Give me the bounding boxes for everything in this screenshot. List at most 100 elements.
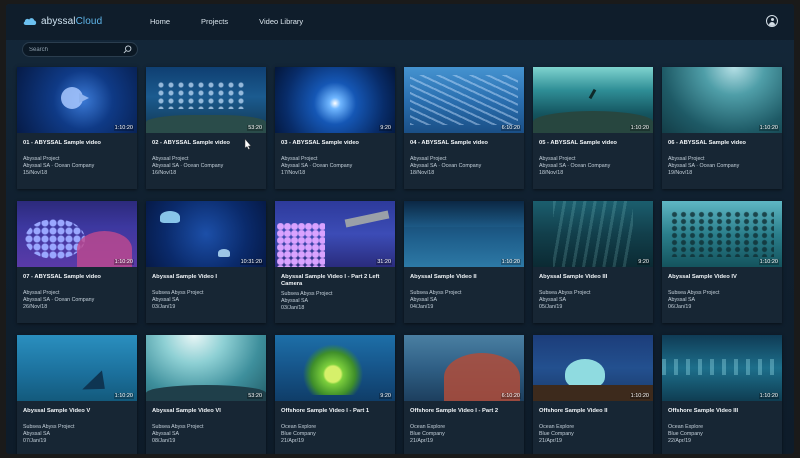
mouse-cursor-icon — [244, 139, 252, 150]
logo[interactable]: abyssalCloud — [22, 15, 102, 27]
video-card[interactable]: 1:10:20 06 - ABYSSAL Sample video Abyssa… — [662, 67, 782, 189]
video-card[interactable]: 53:20 02 - ABYSSAL Sample video Abyssal … — [146, 67, 266, 189]
video-project: Subsea Abyss Project — [281, 291, 333, 297]
video-thumbnail[interactable]: 1:10:20 — [17, 67, 137, 133]
video-card[interactable]: 1:10:20 05 - ABYSSAL Sample video Abyssa… — [533, 67, 653, 189]
duration-label: 9:20 — [379, 125, 392, 131]
video-date: 05/Jan/19 — [539, 304, 563, 310]
video-company: Abyssal SA — [23, 431, 51, 437]
video-meta: 01 - ABYSSAL Sample video Abyssal Projec… — [17, 133, 137, 177]
duration-label: 1:10:20 — [629, 125, 650, 131]
fish-tail-shape — [79, 93, 89, 103]
duration-label: 31:20 — [376, 259, 392, 265]
video-meta: Abyssal Sample Video I - Part 2 Left Cam… — [275, 267, 395, 312]
video-company: Abyssal SA · Ocean Company — [23, 297, 95, 303]
video-thumbnail[interactable]: 6:10:20 — [404, 67, 524, 133]
nav-video-library[interactable]: Video Library — [259, 17, 303, 26]
video-card[interactable]: 10:31:20 Abyssal Sample Video I Subsea A… — [146, 201, 266, 323]
video-card[interactable]: 6:10:20 04 - ABYSSAL Sample video Abyssa… — [404, 67, 524, 189]
sea-anemone-shape — [301, 343, 365, 395]
user-icon-head — [770, 18, 774, 21]
video-meta: Offshore Sample Video I - Part 2 Ocean E… — [404, 401, 524, 445]
school-shape — [670, 211, 774, 257]
video-thumbnail[interactable]: 1:10:20 — [662, 335, 782, 401]
video-thumbnail[interactable]: 53:20 — [146, 335, 266, 401]
video-card[interactable]: 9:20 Offshore Sample Video I - Part 1 Oc… — [275, 335, 395, 454]
video-card[interactable]: 1:10:20 Abyssal Sample Video V Subsea Ab… — [17, 335, 137, 454]
user-icon[interactable] — [766, 15, 778, 27]
video-company: Blue Company — [281, 431, 316, 437]
video-card[interactable]: 1:10:20 Offshore Sample Video III Ocean … — [662, 335, 782, 454]
video-project: Abyssal Project — [152, 156, 189, 162]
search-input[interactable] — [29, 44, 117, 55]
duration-label: 1:10:20 — [758, 259, 779, 265]
video-project: Subsea Abyss Project — [152, 290, 204, 296]
duration-label: 1:10:20 — [758, 393, 779, 399]
video-thumbnail[interactable]: 1:10:20 — [533, 335, 653, 401]
video-card[interactable]: 9:20 03 - ABYSSAL Sample video Abyssal P… — [275, 67, 395, 189]
video-card[interactable]: 53:20 Abyssal Sample Video VI Subsea Aby… — [146, 335, 266, 454]
duration-label: 9:20 — [379, 393, 392, 399]
video-company: Abyssal SA · Ocean Company — [281, 163, 353, 169]
video-company: Abyssal SA — [152, 297, 180, 303]
video-grid: 1:10:20 01 - ABYSSAL Sample video Abyssa… — [17, 67, 787, 454]
video-card[interactable]: 1:10:20 07 - ABYSSAL Sample video Abyssa… — [17, 201, 137, 323]
video-project: Subsea Abyss Project — [410, 290, 462, 296]
video-project: Subsea Abyss Project — [668, 290, 720, 296]
video-thumbnail[interactable]: 1:10:20 — [533, 67, 653, 133]
duration-label: 53:20 — [247, 125, 263, 131]
search-box — [22, 42, 138, 57]
search-icon[interactable] — [123, 45, 132, 54]
video-date: 17/Nov/18 — [281, 170, 306, 176]
video-project: Abyssal Project — [23, 156, 60, 162]
duration-label: 1:10:20 — [113, 125, 134, 131]
video-card[interactable]: 31:20 Abyssal Sample Video I - Part 2 Le… — [275, 201, 395, 323]
video-company: Blue Company — [539, 431, 574, 437]
video-card[interactable]: 1:10:20 Abyssal Sample Video IV Subsea A… — [662, 201, 782, 323]
video-title: Abyssal Sample Video II — [410, 274, 477, 280]
video-title: Offshore Sample Video I - Part 2 — [410, 408, 499, 414]
video-thumbnail[interactable]: 31:20 — [275, 201, 395, 267]
video-project: Ocean Explore — [668, 424, 704, 430]
video-date: 19/Nov/18 — [668, 170, 693, 176]
video-thumbnail[interactable]: 9:20 — [275, 67, 395, 133]
video-company: Abyssal SA — [152, 431, 180, 437]
duration-label: 6:10:20 — [500, 125, 521, 131]
video-project: Abyssal Project — [23, 290, 60, 296]
video-thumbnail[interactable]: 9:20 — [533, 201, 653, 267]
video-project: Abyssal Project — [410, 156, 447, 162]
video-card[interactable]: 1:10:20 Abyssal Sample Video II Subsea A… — [404, 201, 524, 323]
video-title: Abyssal Sample Video IV — [668, 274, 737, 280]
duration-label: 6:10:20 — [500, 393, 521, 399]
video-thumbnail[interactable]: 1:10:20 — [662, 201, 782, 267]
video-thumbnail[interactable]: 1:10:20 — [17, 201, 137, 267]
video-company: Abyssal SA · Ocean Company — [410, 163, 482, 169]
video-thumbnail[interactable]: 1:10:20 — [17, 335, 137, 401]
video-title: Offshore Sample Video II — [539, 408, 608, 414]
video-thumbnail[interactable]: 10:31:20 — [146, 201, 266, 267]
cloud-icon — [23, 18, 37, 25]
video-thumbnail[interactable]: 6:10:20 — [404, 335, 524, 401]
coral-shape — [25, 219, 85, 259]
video-thumbnail[interactable]: 9:20 — [275, 335, 395, 401]
video-project: Subsea Abyss Project — [539, 290, 591, 296]
video-card[interactable]: 1:10:20 Offshore Sample Video II Ocean E… — [533, 335, 653, 454]
video-project: Abyssal Project — [668, 156, 705, 162]
diver-shape — [588, 88, 597, 100]
main-nav: Home Projects Video Library — [150, 17, 334, 26]
video-date: 06/Jan/19 — [668, 304, 692, 310]
video-date: 18/Nov/18 — [539, 170, 564, 176]
duration-label: 10:31:20 — [239, 259, 263, 265]
video-title: Abyssal Sample Video VI — [152, 408, 221, 414]
video-card[interactable]: 9:20 Abyssal Sample Video III Subsea Aby… — [533, 201, 653, 323]
jellyfish-shape — [160, 211, 180, 223]
video-thumbnail[interactable]: 1:10:20 — [404, 201, 524, 267]
video-card[interactable]: 1:10:20 01 - ABYSSAL Sample video Abyssa… — [17, 67, 137, 189]
video-card[interactable]: 6:10:20 Offshore Sample Video I - Part 2… — [404, 335, 524, 454]
nav-projects[interactable]: Projects — [201, 17, 228, 26]
video-meta: Abyssal Sample Video VI Subsea Abyss Pro… — [146, 401, 266, 445]
video-thumbnail[interactable]: 53:20 — [146, 67, 266, 133]
video-thumbnail[interactable]: 1:10:20 — [662, 67, 782, 133]
nav-home[interactable]: Home — [150, 17, 170, 26]
video-company: Abyssal SA · Ocean Company — [539, 163, 611, 169]
